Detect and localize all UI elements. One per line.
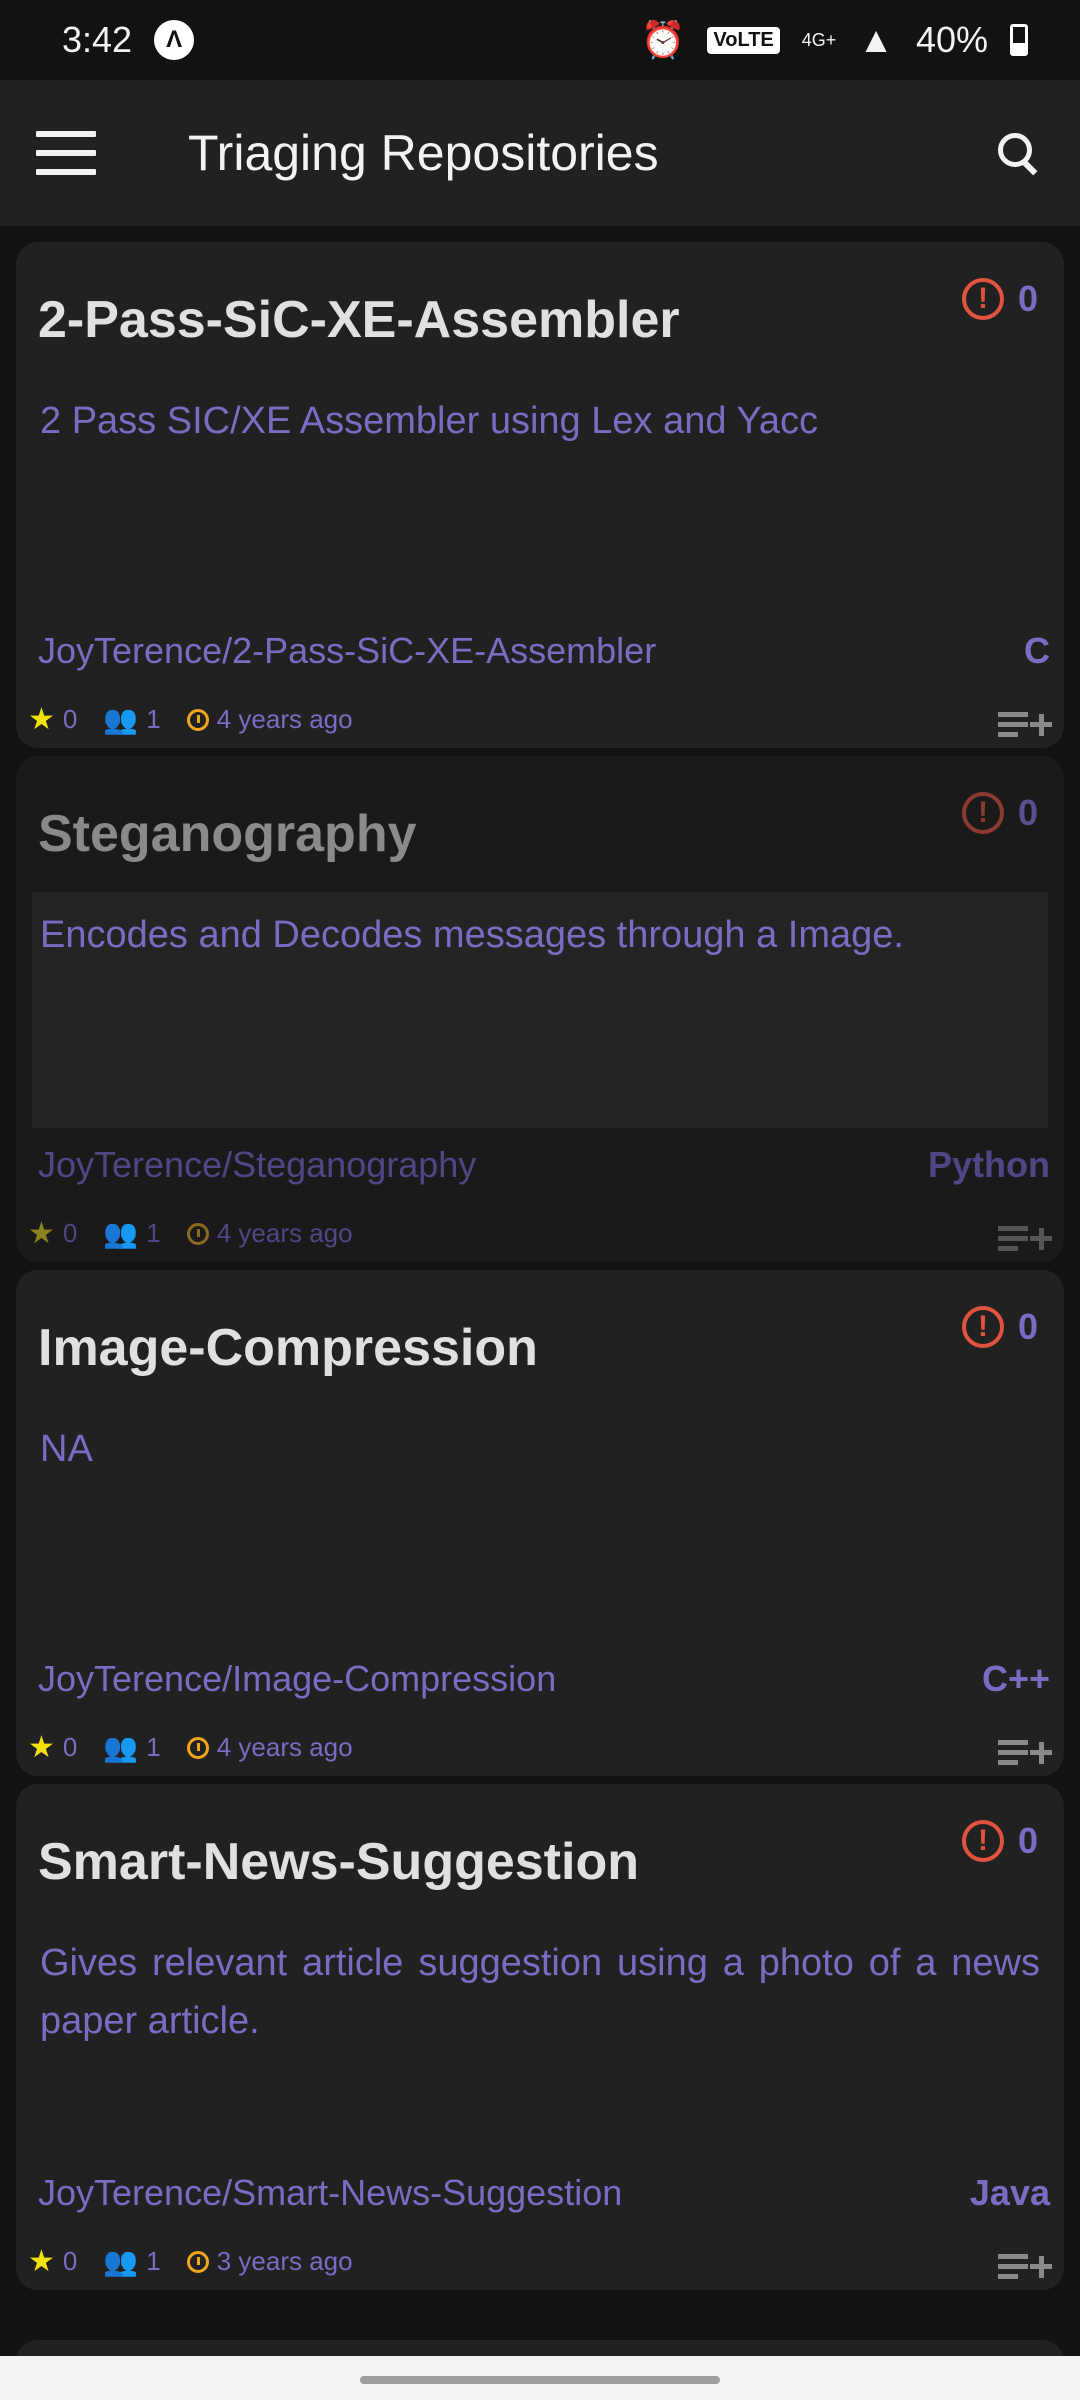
status-right: ⏰ VoLTE 4G+ ▲ 40% [641, 19, 1028, 61]
repo-description-box: Gives relevant article suggestion using … [32, 1920, 1048, 2156]
people-icon: 👥 [103, 704, 139, 735]
playlist-add-icon[interactable] [998, 2250, 1052, 2284]
alert-circle-icon: ! [961, 278, 1004, 320]
contributor-count: 1 [146, 1732, 161, 1762]
clock-icon [186, 1736, 209, 1759]
star-icon: ★ [28, 2245, 55, 2278]
people-icon: 👥 [103, 1218, 139, 1249]
repo-name: Steganography [38, 805, 417, 863]
repo-language: C [1024, 630, 1050, 671]
repo-info-row: JoyTerence/Image-Compression C++ [38, 1658, 1050, 1700]
battery-icon [1010, 24, 1028, 56]
star-icon: ★ [28, 703, 55, 736]
app-bar: Triaging Repositories [0, 80, 1080, 226]
contributor-count: 1 [146, 1218, 161, 1248]
status-bar: 3:42 Λ ⏰ VoLTE 4G+ ▲ 40% [0, 0, 1080, 80]
star-icon: ★ [28, 1731, 55, 1764]
repo-info-row: JoyTerence/2-Pass-SiC-XE-Assembler C [38, 630, 1050, 672]
repo-language: C++ [981, 1658, 1050, 1699]
repo-card[interactable]: Steganography ! 0 Encodes and Decodes me… [16, 756, 1064, 1262]
repo-description: 2 Pass SIC/XE Assembler using Lex and Ya… [40, 400, 818, 442]
status-left: 3:42 Λ [62, 19, 195, 61]
contributor-count: 1 [146, 704, 161, 734]
people-icon: 👥 [103, 1732, 139, 1763]
star-count: 0 [62, 704, 78, 734]
repo-card[interactable]: Smart-News-Suggestion ! 0 Gives relevant… [16, 1784, 1064, 2290]
repo-info-row: JoyTerence/Smart-News-Suggestion Java [38, 2172, 1050, 2214]
repo-language: Python [928, 1144, 1050, 1185]
repo-full-name: JoyTerence/Image-Compression [38, 1658, 557, 1699]
battery-fill [1013, 42, 1025, 53]
repo-name: Smart-News-Suggestion [38, 1833, 639, 1891]
battery-percent: 40% [915, 19, 988, 60]
repo-description-box: Encodes and Decodes messages through a I… [32, 892, 1048, 1128]
search-icon[interactable] [996, 131, 1040, 176]
issue-counter: ! 0 [961, 278, 1038, 320]
repo-description-box: 2 Pass SIC/XE Assembler using Lex and Ya… [32, 378, 1048, 614]
updated-time: 4 years ago [216, 1732, 353, 1762]
repo-description: NA [40, 1428, 93, 1470]
status-time: 3:42 [62, 19, 133, 60]
issue-counter: ! 0 [961, 1820, 1038, 1862]
updated-time: 4 years ago [216, 1218, 353, 1248]
star-count: 0 [62, 2246, 78, 2276]
system-nav-bar [0, 2356, 1080, 2400]
star-count: 0 [62, 1732, 78, 1762]
people-icon: 👥 [103, 2246, 139, 2277]
repo-meta-row: ★ 0 👥 1 4 years ago [28, 702, 353, 737]
updated-time: 4 years ago [216, 704, 353, 734]
menu-icon[interactable] [36, 131, 96, 175]
network-icon: 4G+ [801, 29, 837, 50]
playlist-add-icon[interactable] [998, 1736, 1052, 1770]
repo-meta-row: ★ 0 👥 1 3 years ago [28, 2244, 353, 2279]
playlist-add-icon[interactable] [998, 1222, 1052, 1256]
star-icon: ★ [28, 1217, 55, 1250]
repo-name: 2-Pass-SiC-XE-Assembler [38, 291, 680, 349]
repo-info-row: JoyTerence/Steganography Python [38, 1144, 1050, 1186]
clock-icon [186, 708, 209, 731]
issue-count: 0 [1017, 792, 1038, 833]
volte-icon: VoLTE [707, 26, 780, 54]
page-title: Triaging Repositories [188, 125, 659, 181]
alert-circle-icon: ! [961, 1306, 1004, 1348]
repo-meta-row: ★ 0 👥 1 4 years ago [28, 1216, 353, 1251]
home-gesture-handle[interactable] [360, 2376, 720, 2384]
repo-full-name: JoyTerence/2-Pass-SiC-XE-Assembler [38, 630, 657, 671]
repo-full-name: JoyTerence/Steganography [38, 1144, 477, 1185]
clock-icon [186, 2250, 209, 2273]
playlist-add-icon[interactable] [998, 708, 1052, 742]
repo-language: Java [969, 2172, 1050, 2213]
issue-count: 0 [1017, 1820, 1038, 1861]
notification-icon: Λ [154, 20, 195, 60]
issue-counter: ! 0 [961, 792, 1038, 834]
contributor-count: 1 [146, 2246, 161, 2276]
clock-icon [186, 1222, 209, 1245]
updated-time: 3 years ago [216, 2246, 353, 2276]
repo-card[interactable]: Image-Compression ! 0 NA JoyTerence/Imag… [16, 1270, 1064, 1776]
alert-circle-icon: ! [961, 792, 1004, 834]
repo-description-box: NA [32, 1406, 1048, 1642]
star-count: 0 [62, 1218, 78, 1248]
alarm-icon: ⏰ [640, 19, 686, 60]
repo-name: Image-Compression [38, 1319, 538, 1377]
repo-full-name: JoyTerence/Smart-News-Suggestion [38, 2172, 623, 2213]
issue-counter: ! 0 [961, 1306, 1038, 1348]
repo-description: Encodes and Decodes messages through a I… [40, 914, 904, 956]
repo-card[interactable]: 2-Pass-SiC-XE-Assembler ! 0 2 Pass SIC/X… [16, 242, 1064, 748]
issue-count: 0 [1017, 278, 1038, 319]
repo-meta-row: ★ 0 👥 1 4 years ago [28, 1730, 353, 1765]
repo-description: Gives relevant article suggestion using … [40, 1942, 1040, 2042]
issue-count: 0 [1017, 1306, 1038, 1347]
signal-icon: ▲ [858, 19, 894, 60]
alert-circle-icon: ! [961, 1820, 1004, 1862]
